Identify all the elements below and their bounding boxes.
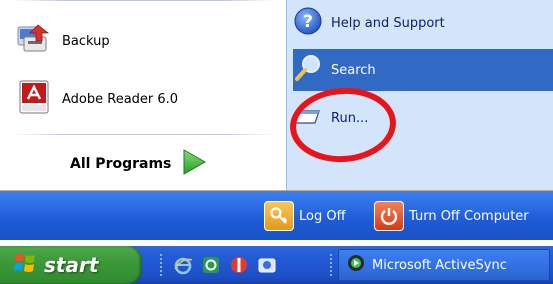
turn-off-computer-button[interactable]: Turn Off Computer [374,201,529,231]
log-off-button[interactable]: Log Off [264,201,346,231]
taskbar-grip[interactable] [160,254,166,276]
ie-icon[interactable] [172,254,194,276]
green-arrow-icon [181,148,207,180]
log-off-label: Log Off [299,208,346,224]
activesync-icon [346,253,366,277]
menu-item-label: Help and Support [331,15,445,31]
taskbar-button-activesync[interactable]: Microsoft ActiveSync [338,249,550,281]
top-divider [14,0,274,1]
quick-launch-bar [172,246,284,284]
start-label: start [44,253,99,277]
all-programs-label: All Programs [70,156,172,172]
search-icon [293,53,323,87]
outlook-icon[interactable] [256,254,278,276]
menu-item-label: Backup [62,33,110,49]
menu-item-search[interactable]: Search [293,49,553,91]
windows-logo-icon [14,252,38,278]
power-icon [374,201,404,231]
help-icon: ? [293,6,323,40]
turn-off-label: Turn Off Computer [409,208,529,224]
taskbar-grip[interactable] [330,254,336,276]
media-icon[interactable] [228,254,250,276]
svg-text:?: ? [303,12,313,32]
menu-item-help-and-support[interactable]: ? Help and Support [293,2,553,44]
start-menu-left-panel: Backup Adobe Reader 6.0 All Programs [0,0,286,190]
menu-item-label: Adobe Reader 6.0 [62,91,179,107]
taskbar: start Microsoft ActiveSync [0,246,553,284]
programs-divider [14,134,274,135]
all-programs-button[interactable]: All Programs [70,148,207,180]
start-button[interactable]: start [0,246,142,284]
start-menu-footer: Log Off Turn Off Computer [0,190,553,240]
task-label: Microsoft ActiveSync [372,257,507,273]
adobe-reader-icon [14,77,54,121]
menu-item-label: Search [331,62,376,78]
activesync-icon[interactable] [200,254,222,276]
menu-item-backup[interactable]: Backup [14,20,110,62]
backup-icon [14,19,54,63]
menu-item-adobe-reader[interactable]: Adobe Reader 6.0 [14,78,178,120]
key-icon [264,201,294,231]
